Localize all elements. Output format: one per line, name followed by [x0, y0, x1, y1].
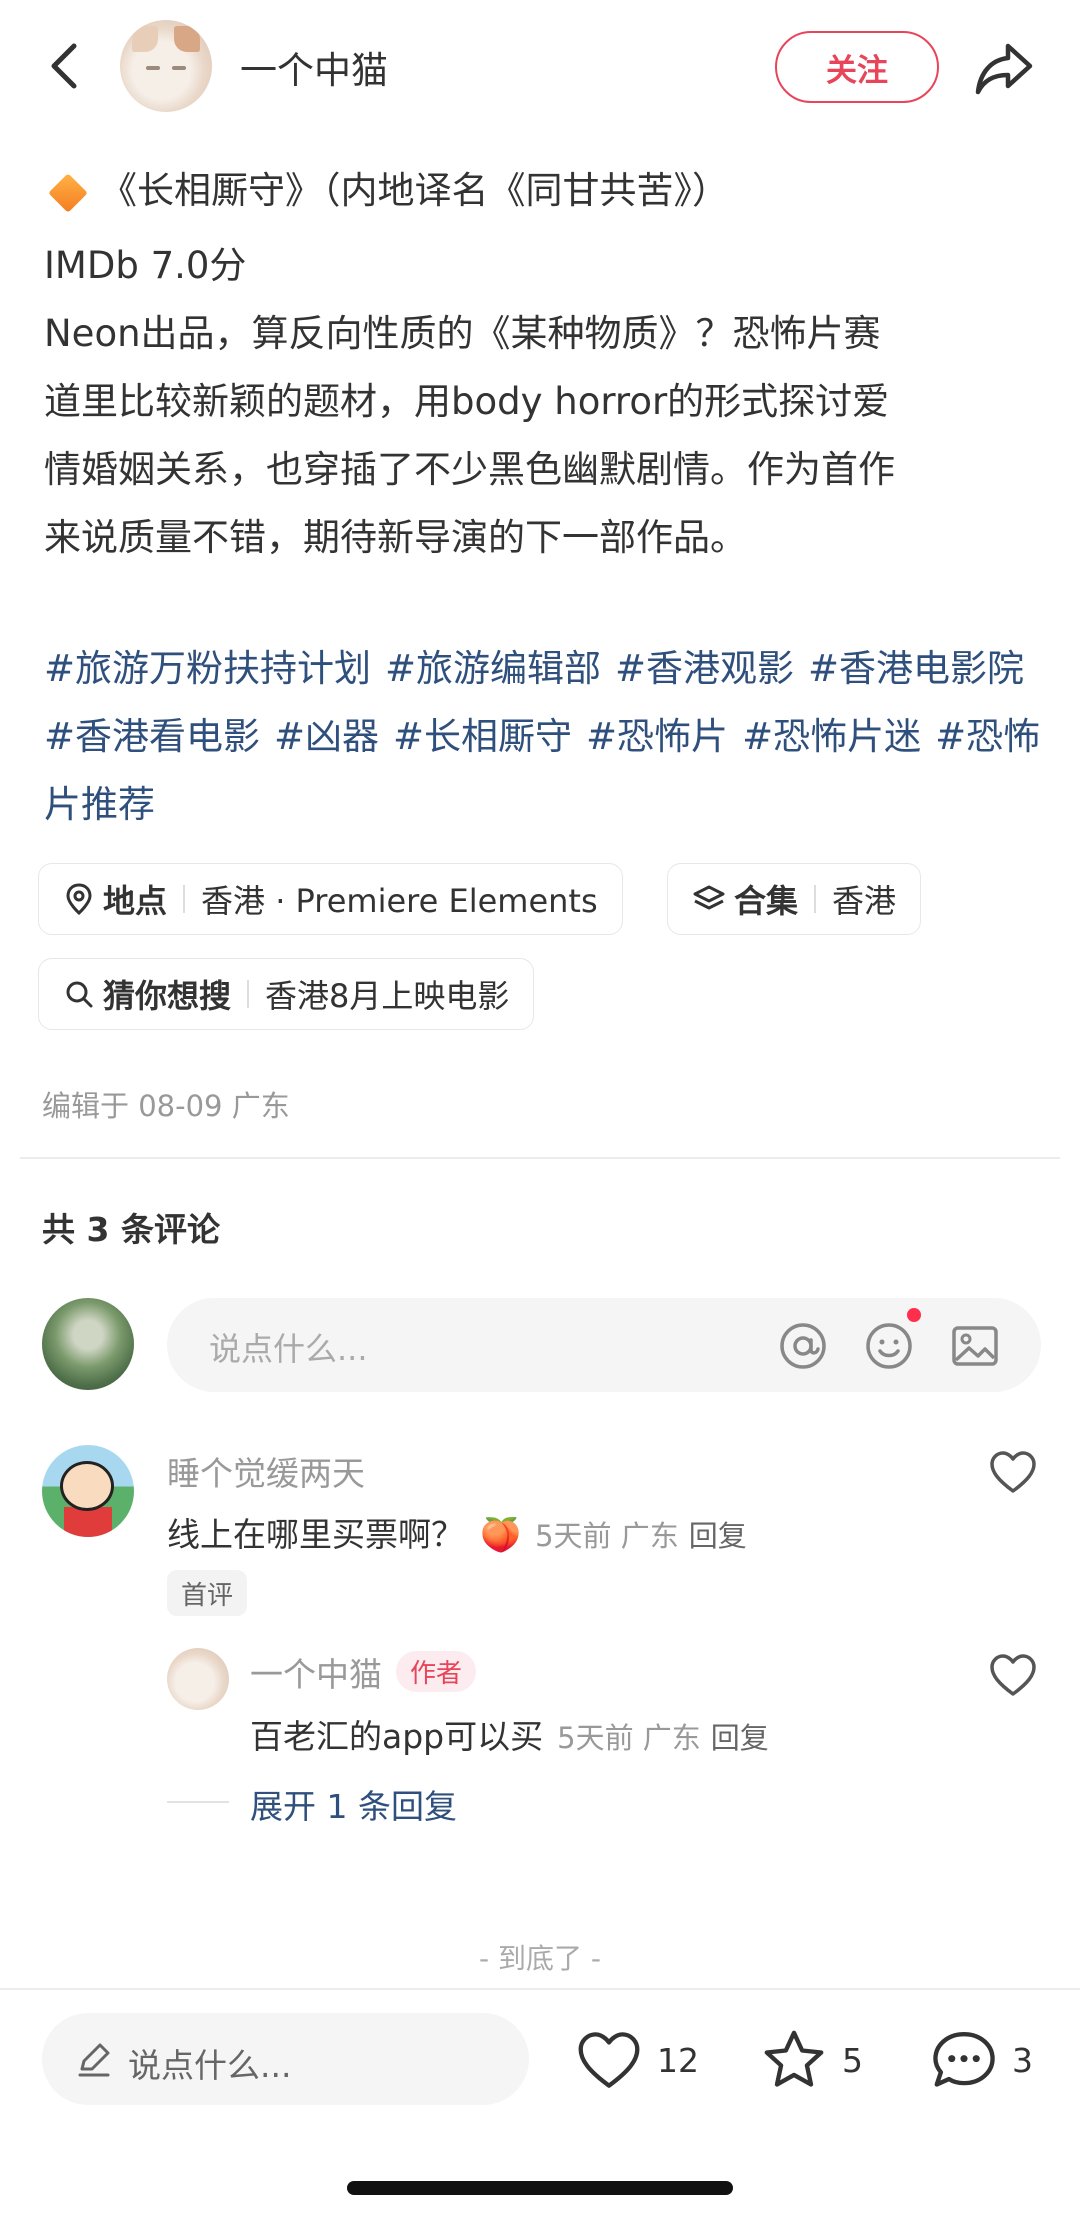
image-icon[interactable] — [949, 1320, 1001, 1372]
layers-icon — [693, 885, 725, 910]
post-line: IMDb 7.0分 — [44, 244, 247, 287]
comment-count: 3 — [1012, 2040, 1033, 2080]
current-user-avatar — [42, 1298, 134, 1390]
bottom-comment-input[interactable]: 说点什么... — [42, 2013, 529, 2105]
guess-key: 猜你想搜 — [103, 977, 232, 1015]
home-indicator — [347, 2181, 733, 2195]
edit-timestamp: 编辑于 08-09 广东 — [42, 1089, 290, 1123]
expand-replies-button[interactable]: 展开 1 条回复 — [250, 1780, 457, 1828]
post-line: Neon出品，算反向性质的《某种物质》？恐怖片赛 — [44, 312, 881, 355]
reply-button[interactable]: 回复 — [689, 1519, 747, 1553]
author-avatar[interactable] — [120, 20, 212, 112]
post-line: 道里比较新颖的题材，用body horror的形式探讨爱 — [44, 380, 890, 423]
back-button[interactable] — [40, 34, 90, 98]
hashtag[interactable]: #恐怖片迷 — [742, 715, 921, 758]
location-pill[interactable]: 地点 香港 · Premiere Elements — [38, 863, 623, 935]
guess-search-pill[interactable]: 猜你想搜 香港8月上映电影 — [38, 958, 535, 1030]
post-body: IMDb 7.0分 Neon出品，算反向性质的《某种物质》？恐怖片赛 道里比较新… — [44, 232, 1044, 572]
comment-text: 线上在哪里买票啊？ 🍑 5天前 广东 回复 — [167, 1508, 747, 1556]
post-line: 来说质量不错，期待新导演的下一部作品。 — [44, 516, 747, 559]
peach-emoji: 🍑 — [480, 1515, 522, 1554]
post-title-text: 《长相厮守》（内地译名《同甘共苦》） — [100, 169, 729, 212]
chat-bubble-icon — [933, 2031, 995, 2087]
top-nav-bar: 一个中猫 关注 — [0, 0, 1080, 135]
author-badge: 作者 — [396, 1651, 477, 1692]
location-value: 香港 · Premiere Elements — [201, 882, 598, 920]
hashtag[interactable]: #香港电影院 — [808, 647, 1024, 690]
location-pin-icon — [66, 883, 92, 916]
bottom-input-placeholder: 说点什么... — [128, 2046, 292, 2085]
section-divider — [20, 1157, 1060, 1159]
first-comment-badge: 首评 — [167, 1570, 248, 1616]
collection-pill[interactable]: 合集 香港 — [667, 863, 922, 935]
author-name[interactable]: 一个中猫 — [240, 40, 388, 94]
comment-input[interactable]: 说点什么... — [167, 1298, 1041, 1392]
collect-button[interactable]: 5 — [760, 2025, 863, 2095]
mention-at-icon[interactable] — [777, 1320, 829, 1372]
comment-button[interactable]: 3 — [930, 2025, 1033, 2095]
reply-button[interactable]: 回复 — [711, 1721, 769, 1755]
post-title: 《长相厮守》（内地译名《同甘共苦》） — [44, 165, 729, 217]
hashtag[interactable]: #旅游万粉扶持计划 — [44, 647, 371, 690]
expand-line — [167, 1801, 229, 1803]
heart-icon[interactable] — [988, 1449, 1038, 1495]
collect-count: 5 — [842, 2040, 863, 2080]
hashtag[interactable]: #长相厮守 — [393, 715, 572, 758]
commenter-avatar[interactable] — [42, 1445, 134, 1537]
hashtag[interactable]: #凶器 — [274, 715, 379, 758]
reply-text: 百老汇的app可以买 5天前 广东 回复 — [250, 1710, 769, 1758]
comment-body: 线上在哪里买票啊？ — [167, 1515, 464, 1554]
hashtag[interactable]: #恐怖片 — [586, 715, 728, 758]
hashtag[interactable]: #香港观影 — [615, 647, 794, 690]
commenter-name[interactable]: 睡个觉缓两天 — [167, 1447, 365, 1495]
like-button[interactable]: 12 — [575, 2025, 699, 2095]
chevron-left-icon — [51, 43, 77, 89]
end-of-list-text: - 到底了 - — [478, 1942, 601, 1975]
guess-value: 香港8月上映电影 — [265, 977, 510, 1015]
heart-icon[interactable] — [988, 1652, 1038, 1698]
heart-icon — [578, 2032, 640, 2088]
comment-meta: 5天前 广东 — [535, 1519, 679, 1553]
hashtag[interactable]: #香港看电影 — [44, 715, 260, 758]
comment-input-placeholder: 说点什么... — [209, 1330, 368, 1368]
like-count: 12 — [657, 2040, 699, 2080]
search-icon — [66, 981, 93, 1008]
hashtag-list: #旅游万粉扶持计划 #旅游编辑部 #香港观影 #香港电影院 #香港看电影 #凶器 #长相厮守… — [44, 635, 1044, 839]
location-key: 地点 — [103, 882, 168, 920]
comments-count-heading: 共 3 条评论 — [42, 1210, 220, 1249]
bottom-divider — [0, 1988, 1080, 1990]
emoji-icon[interactable] — [863, 1320, 915, 1372]
notification-dot — [907, 1308, 921, 1322]
reply-author-name[interactable]: 一个中猫 — [250, 1655, 382, 1694]
reply-meta: 5天前 广东 — [557, 1721, 701, 1755]
reply-body: 百老汇的app可以买 — [250, 1717, 544, 1756]
collection-key: 合集 — [734, 882, 799, 920]
follow-button[interactable]: 关注 — [775, 31, 939, 103]
post-line: 情婚姻关系，也穿插了不少黑色幽默剧情。作为首作 — [44, 448, 895, 491]
orange-diamond-icon — [48, 173, 88, 213]
share-arrow-icon — [975, 43, 1033, 95]
pencil-icon — [78, 2043, 110, 2077]
star-icon — [764, 2030, 824, 2087]
hashtag[interactable]: #旅游编辑部 — [385, 647, 601, 690]
reply-author-avatar[interactable] — [167, 1648, 229, 1710]
share-button[interactable] — [972, 38, 1036, 98]
reply-author-row: 一个中猫 作者 — [250, 1648, 477, 1696]
collection-value: 香港 — [832, 882, 897, 920]
